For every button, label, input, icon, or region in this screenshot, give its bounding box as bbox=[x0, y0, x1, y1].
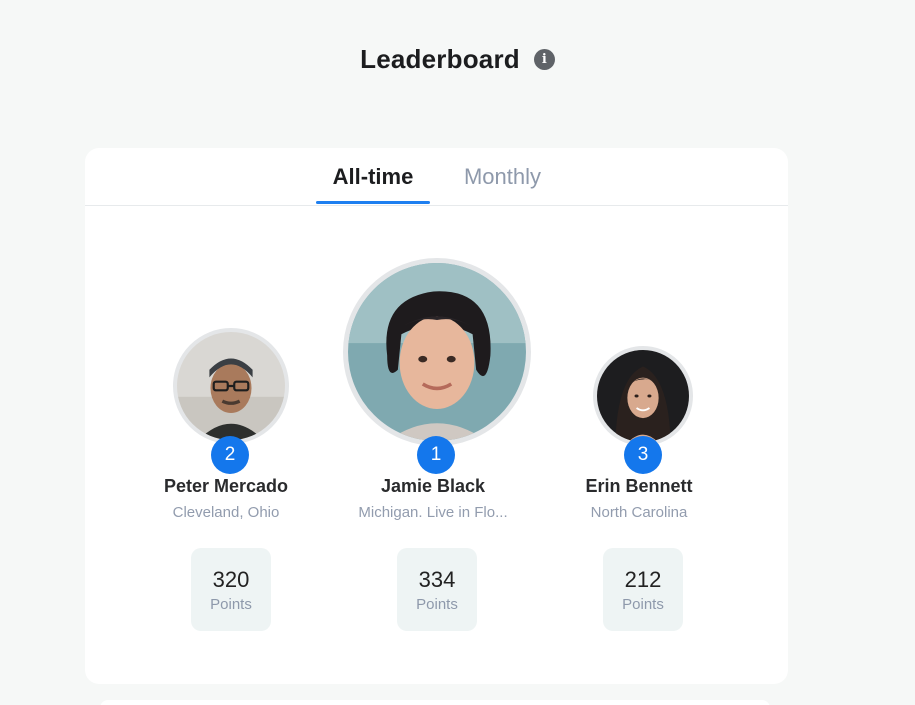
leader-location: Michigan. Live in Flo... bbox=[358, 504, 508, 521]
page-header: Leaderboard i bbox=[0, 40, 915, 78]
rank-badge: 2 bbox=[211, 436, 249, 474]
avatar[interactable] bbox=[173, 328, 289, 444]
info-icon[interactable]: i bbox=[533, 48, 555, 70]
leader-name[interactable]: Erin Bennett bbox=[529, 476, 749, 497]
avatar-photo-peter-mercado bbox=[177, 332, 285, 440]
points-box: 320 Points bbox=[191, 548, 271, 631]
avatar-photo-erin-bennett bbox=[597, 350, 689, 442]
leader-name[interactable]: Jamie Black bbox=[323, 476, 543, 497]
leader-location: North Carolina bbox=[590, 504, 688, 521]
points-label: Points bbox=[416, 595, 458, 613]
avatar[interactable] bbox=[593, 346, 693, 446]
tab-monthly[interactable]: Monthly bbox=[445, 148, 560, 205]
leader-name[interactable]: Peter Mercado bbox=[116, 476, 336, 497]
points-box: 212 Points bbox=[603, 548, 683, 631]
points-value: 334 bbox=[418, 566, 456, 592]
tab-bar: All-time Monthly bbox=[85, 148, 788, 206]
next-card-edge bbox=[100, 700, 770, 705]
avatar-photo-jamie-black bbox=[348, 263, 526, 441]
points-value: 212 bbox=[624, 566, 662, 592]
points-label: Points bbox=[622, 595, 664, 613]
tab-all-time[interactable]: All-time bbox=[316, 148, 430, 205]
leaderboard-page: Leaderboard i All-time Monthly 2 Peter M… bbox=[0, 0, 915, 705]
points-value: 320 bbox=[212, 566, 250, 592]
points-label: Points bbox=[210, 595, 252, 613]
points-box: 334 Points bbox=[397, 548, 477, 631]
page-title: Leaderboard bbox=[360, 43, 520, 74]
leader-location: Cleveland, Ohio bbox=[172, 504, 280, 521]
rank-badge: 3 bbox=[624, 436, 662, 474]
rank-badge: 1 bbox=[417, 436, 455, 474]
avatar[interactable] bbox=[343, 258, 531, 446]
active-tab-indicator bbox=[316, 201, 430, 204]
leaderboard-card: All-time Monthly 2 Peter Mercado Clevela… bbox=[85, 148, 788, 684]
